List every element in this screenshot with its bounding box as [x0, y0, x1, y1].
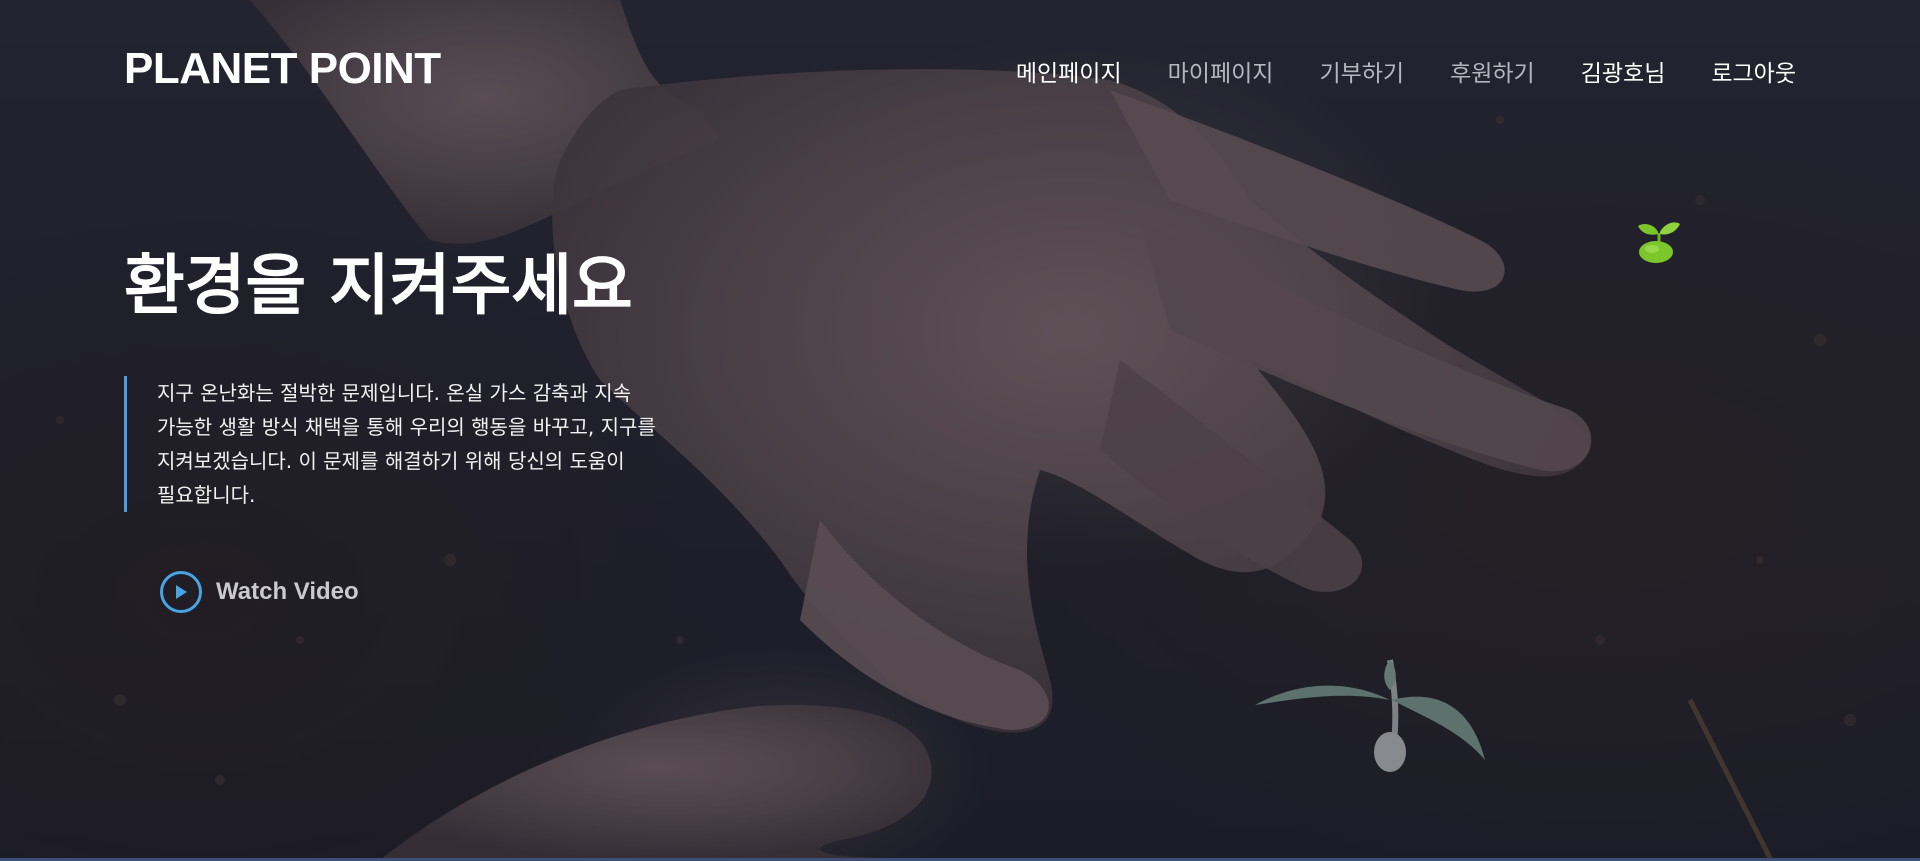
watch-video-button[interactable]: Watch Video	[160, 571, 359, 613]
nav-item-main-page[interactable]: 메인페이지	[1016, 54, 1122, 88]
site-logo[interactable]: PLANET POINT	[124, 44, 441, 94]
nav-item-logout[interactable]: 로그아웃	[1711, 54, 1796, 88]
nav-item-my-page[interactable]: 마이페이지	[1168, 54, 1274, 88]
nav-item-donate[interactable]: 기부하기	[1319, 54, 1404, 88]
hero-section: PLANET POINT 메인페이지 마이페이지 기부하기 후원하기 김광호님 …	[0, 0, 1920, 858]
nav-item-sponsor[interactable]: 후원하기	[1450, 54, 1535, 88]
main-nav: 메인페이지 마이페이지 기부하기 후원하기 김광호님 로그아웃	[1016, 54, 1796, 88]
watch-video-label[interactable]: Watch Video	[216, 578, 359, 606]
hero-description-block: 지구 온난화는 절박한 문제입니다. 온실 가스 감축과 지속 가능한 생활 방…	[124, 376, 657, 512]
sprout-icon	[1638, 222, 1680, 263]
play-circle-icon[interactable]	[160, 571, 202, 613]
nav-item-user-name[interactable]: 김광호님	[1581, 54, 1666, 88]
hero-headline: 환경을 지켜주세요	[124, 247, 633, 324]
hero-description: 지구 온난화는 절박한 문제입니다. 온실 가스 감축과 지속 가능한 생활 방…	[157, 381, 656, 507]
site-header: PLANET POINT 메인페이지 마이페이지 기부하기 후원하기 김광호님 …	[0, 0, 1920, 140]
